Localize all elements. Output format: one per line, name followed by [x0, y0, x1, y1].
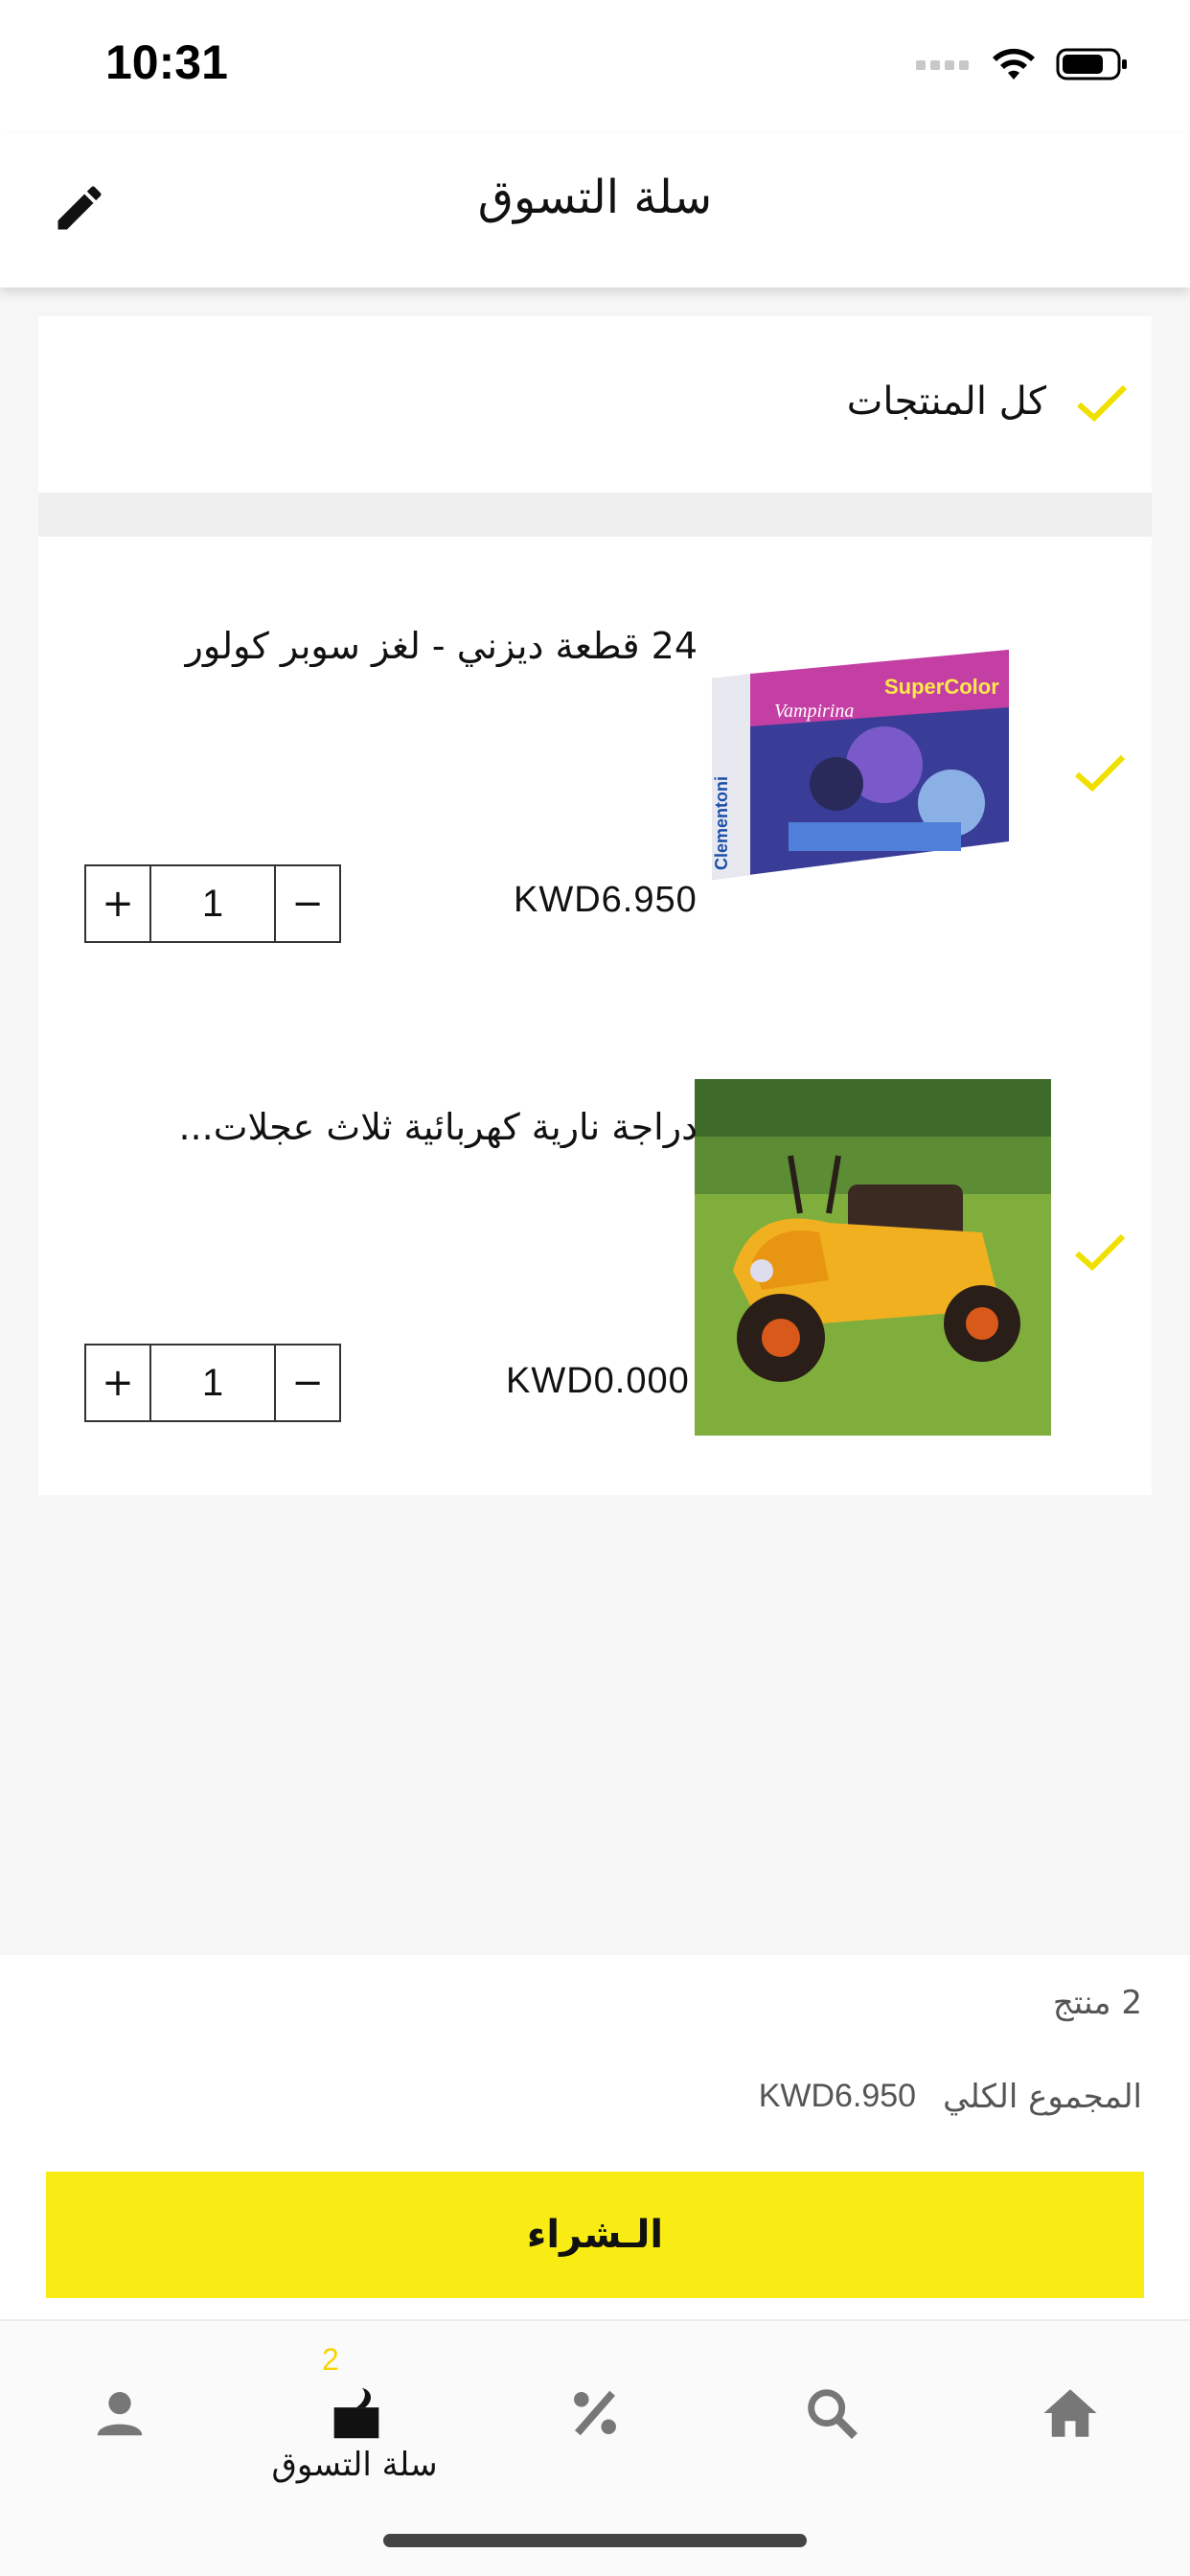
item-count: 2 منتج [1052, 1984, 1142, 2022]
cart-item: SuperColor Vampirina Clementoni 24 قطعة … [38, 537, 1152, 987]
total-row: المجموع الكلي KWD6.950 [759, 2078, 1142, 2116]
pencil-icon [57, 186, 102, 230]
total-value: KWD6.950 [758, 2078, 917, 2114]
increment-button[interactable]: + [86, 866, 149, 941]
cart-badge: 2 [322, 2342, 339, 2377]
home-indicator [383, 2534, 807, 2547]
status-icons [916, 46, 1129, 82]
item-price: KWD0.000 [506, 1361, 690, 1401]
quantity-value[interactable]: 1 [149, 866, 276, 941]
checkout-button[interactable]: الـشراء [46, 2172, 1144, 2298]
svg-text:Vampirina: Vampirina [774, 701, 854, 722]
percent-icon [574, 2390, 616, 2436]
tab-profile[interactable] [43, 2356, 196, 2471]
status-time: 10:31 [105, 35, 228, 89]
divider [38, 493, 1152, 537]
quantity-value[interactable]: 1 [149, 1346, 276, 1420]
svg-text:Clementoni: Clementoni [712, 776, 731, 870]
battery-icon [1056, 48, 1127, 80]
header: سلة التسوق [0, 134, 1190, 288]
home-icon [1043, 2389, 1097, 2437]
quantity-stepper: + 1 − [84, 864, 341, 943]
search-icon [808, 2389, 858, 2440]
select-all-label: كل المنتجات [846, 380, 1046, 424]
puzzle-box-image[interactable]: SuperColor Vampirina Clementoni [693, 592, 1049, 949]
electric-tricycle-image[interactable] [695, 1079, 1051, 1436]
person-icon [97, 2392, 143, 2436]
item-check-icon[interactable] [1071, 749, 1129, 797]
item-price: KWD6.950 [514, 880, 698, 920]
wifi-icon [993, 48, 1035, 80]
svg-text:SuperColor: SuperColor [884, 675, 999, 699]
status-bar: 10:31 [0, 0, 1190, 134]
select-all-row[interactable]: كل المنتجات [38, 316, 1152, 493]
cart-icon [333, 2387, 379, 2439]
decrement-button[interactable]: − [276, 1346, 339, 1420]
item-check-icon[interactable] [1071, 1229, 1129, 1276]
item-title[interactable]: 24 قطعة ديزني - لغز سوبر كولور [84, 625, 698, 667]
increment-button[interactable]: + [86, 1346, 149, 1420]
total-label: المجموع الكلي [943, 2078, 1142, 2116]
order-summary: 2 منتج المجموع الكلي KWD6.950 الـشراء [0, 1955, 1190, 2319]
page-title: سلة التسوق [477, 171, 713, 224]
signal-icon [916, 60, 969, 70]
quantity-stepper: + 1 − [84, 1344, 341, 1422]
cart-items-list: SuperColor Vampirina Clementoni 24 قطعة … [38, 537, 1152, 1495]
decrement-button[interactable]: − [276, 866, 339, 941]
edit-button[interactable] [46, 174, 113, 242]
tab-home[interactable] [994, 2356, 1147, 2471]
item-title[interactable]: دراجة نارية كهربائية ثلاث عجلات... [84, 1106, 698, 1148]
select-all-check-icon[interactable] [1073, 380, 1131, 427]
tab-cart-label: سلة التسوق [271, 2446, 438, 2484]
tab-search[interactable] [755, 2356, 908, 2471]
cart-item: دراجة نارية كهربائية ثلاث عجلات... KWD0.… [38, 987, 1152, 1466]
tab-offers[interactable] [518, 2356, 672, 2471]
